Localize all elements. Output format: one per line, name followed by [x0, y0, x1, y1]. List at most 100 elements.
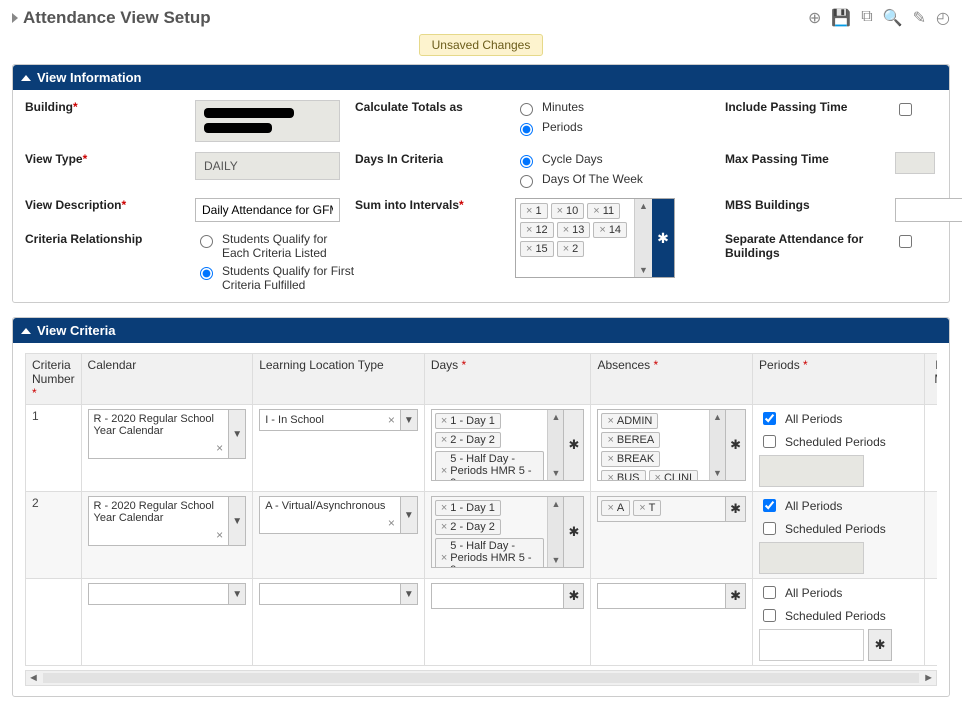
- copy-icon[interactable]: ⧉: [861, 8, 872, 28]
- page-collapse-caret[interactable]: [12, 13, 18, 23]
- interval-tag[interactable]: ×14: [593, 222, 627, 238]
- remove-tag-icon[interactable]: ×: [563, 243, 569, 255]
- combo-select[interactable]: I - In School×▼: [259, 409, 418, 431]
- clear-icon[interactable]: ×: [388, 413, 395, 427]
- sum-intervals-add-button[interactable]: ✱: [652, 199, 674, 277]
- scrollbar[interactable]: ▲▼: [547, 410, 563, 480]
- horizontal-scrollbar[interactable]: ◄ ►: [25, 670, 937, 686]
- remove-tag-icon[interactable]: ×: [526, 243, 532, 255]
- picker-button[interactable]: ✱: [563, 584, 583, 608]
- multiselect[interactable]: ✱: [597, 583, 746, 609]
- remove-tag-icon[interactable]: ×: [441, 552, 447, 564]
- view-information-header[interactable]: View Information: [13, 65, 949, 90]
- tag[interactable]: ×ADMIN: [601, 413, 658, 429]
- separate-attendance-checkbox[interactable]: [899, 235, 912, 248]
- interval-tag[interactable]: ×1: [520, 203, 548, 219]
- remove-tag-icon[interactable]: ×: [441, 521, 447, 533]
- scheduled-periods-checkbox[interactable]: [763, 435, 776, 448]
- tag[interactable]: ×2 - Day 2: [435, 519, 501, 535]
- remove-tag-icon[interactable]: ×: [607, 415, 613, 427]
- scheduled-periods-checkbox[interactable]: [763, 609, 776, 622]
- remove-tag-icon[interactable]: ×: [441, 434, 447, 446]
- scroll-left-icon[interactable]: ◄: [28, 672, 39, 684]
- tag[interactable]: ×5 - Half Day - Periods HMR 5 - 9: [435, 538, 545, 567]
- view-description-input[interactable]: [195, 198, 340, 222]
- scroll-right-icon[interactable]: ►: [923, 672, 934, 684]
- scrollbar[interactable]: ▲▼: [547, 497, 563, 567]
- tag[interactable]: ×T: [633, 500, 661, 516]
- multiselect[interactable]: ×1 - Day 1 ×2 - Day 2 ×5 - Half Day - Peri…: [431, 409, 585, 481]
- combo-select[interactable]: A - Virtual/Asynchronous×▼: [259, 496, 418, 534]
- periods-input[interactable]: [759, 629, 864, 661]
- clear-icon[interactable]: ×: [388, 516, 395, 530]
- criteria-first-radio[interactable]: [200, 267, 213, 280]
- add-icon[interactable]: ⊕: [808, 8, 821, 28]
- scrollbar[interactable]: ▲▼: [634, 199, 652, 277]
- tag[interactable]: ×BEREA: [601, 432, 660, 448]
- save-icon[interactable]: 💾: [831, 8, 851, 28]
- tag[interactable]: ×2 - Day 2: [435, 432, 501, 448]
- remove-tag-icon[interactable]: ×: [599, 224, 605, 236]
- edit-icon[interactable]: ✎: [913, 8, 926, 28]
- remove-tag-icon[interactable]: ×: [593, 205, 599, 217]
- mbs-buildings-input[interactable]: [895, 198, 962, 222]
- remove-tag-icon[interactable]: ×: [557, 205, 563, 217]
- multiselect[interactable]: ×1 - Day 1 ×2 - Day 2 ×5 - Half Day - Peri…: [431, 496, 585, 568]
- combo-select[interactable]: ▼: [259, 583, 418, 605]
- remove-tag-icon[interactable]: ×: [655, 472, 661, 480]
- remove-tag-icon[interactable]: ×: [441, 502, 447, 514]
- remove-tag-icon[interactable]: ×: [526, 224, 532, 236]
- calc-totals-minutes-radio[interactable]: [520, 103, 533, 116]
- interval-tag[interactable]: ×2: [557, 241, 585, 257]
- remove-tag-icon[interactable]: ×: [526, 205, 532, 217]
- chevron-down-icon[interactable]: ▼: [400, 496, 418, 534]
- all-periods-checkbox[interactable]: [763, 586, 776, 599]
- calc-totals-periods-radio[interactable]: [520, 123, 533, 136]
- all-periods-checkbox[interactable]: [763, 499, 776, 512]
- remove-tag-icon[interactable]: ×: [607, 453, 613, 465]
- chevron-down-icon[interactable]: ▼: [228, 583, 246, 605]
- interval-tag[interactable]: ×10: [551, 203, 585, 219]
- clear-icon[interactable]: ×: [216, 441, 223, 455]
- interval-tag[interactable]: ×12: [520, 222, 554, 238]
- tag[interactable]: ×1 - Day 1: [435, 500, 501, 516]
- tag[interactable]: ×1 - Day 1: [435, 413, 501, 429]
- combo-select[interactable]: R - 2020 Regular School Year Calendar×▼: [88, 409, 247, 459]
- tag[interactable]: ×BUS: [601, 470, 645, 480]
- max-passing-time-field[interactable]: [895, 152, 935, 174]
- periods-picker-button[interactable]: ✱: [868, 629, 892, 661]
- chevron-down-icon[interactable]: ▼: [400, 583, 418, 605]
- remove-tag-icon[interactable]: ×: [639, 502, 645, 514]
- tag[interactable]: ×BREAK: [601, 451, 660, 467]
- search-icon[interactable]: 🔍: [883, 8, 903, 28]
- chevron-down-icon[interactable]: ▼: [400, 409, 418, 431]
- remove-tag-icon[interactable]: ×: [441, 415, 447, 427]
- clear-icon[interactable]: ×: [216, 528, 223, 542]
- combo-select[interactable]: ▼: [88, 583, 247, 605]
- criteria-each-radio[interactable]: [200, 235, 213, 248]
- combo-select[interactable]: R - 2020 Regular School Year Calendar×▼: [88, 496, 247, 546]
- scheduled-periods-checkbox[interactable]: [763, 522, 776, 535]
- remove-tag-icon[interactable]: ×: [607, 502, 613, 514]
- days-cycle-radio[interactable]: [520, 155, 533, 168]
- remove-tag-icon[interactable]: ×: [607, 472, 613, 480]
- tag[interactable]: ×CLINI: [649, 470, 699, 480]
- sum-intervals-multiselect[interactable]: ×1×10×11×12×13×14×15×2 ▲▼ ✱: [515, 198, 675, 278]
- multiselect[interactable]: ×ADMIN ×BEREA ×BREAK ×BUS ×CLINI ▲▼✱: [597, 409, 746, 481]
- remove-tag-icon[interactable]: ×: [607, 434, 613, 446]
- tag[interactable]: ×A: [601, 500, 630, 516]
- all-periods-checkbox[interactable]: [763, 412, 776, 425]
- tag[interactable]: ×5 - Half Day - Periods HMR 5 - 9: [435, 451, 545, 480]
- interval-tag[interactable]: ×11: [587, 203, 620, 219]
- scrollbar[interactable]: ▲▼: [709, 410, 725, 480]
- view-criteria-header[interactable]: View Criteria: [13, 318, 949, 343]
- days-week-radio[interactable]: [520, 175, 533, 188]
- picker-button[interactable]: ✱: [725, 410, 745, 480]
- picker-button[interactable]: ✱: [563, 410, 583, 480]
- chevron-down-icon[interactable]: ▼: [228, 496, 246, 546]
- multiselect[interactable]: ×A×T ✱: [597, 496, 746, 522]
- picker-button[interactable]: ✱: [725, 497, 745, 521]
- include-passing-time-checkbox[interactable]: [899, 103, 912, 116]
- picker-button[interactable]: ✱: [563, 497, 583, 567]
- picker-button[interactable]: ✱: [725, 584, 745, 608]
